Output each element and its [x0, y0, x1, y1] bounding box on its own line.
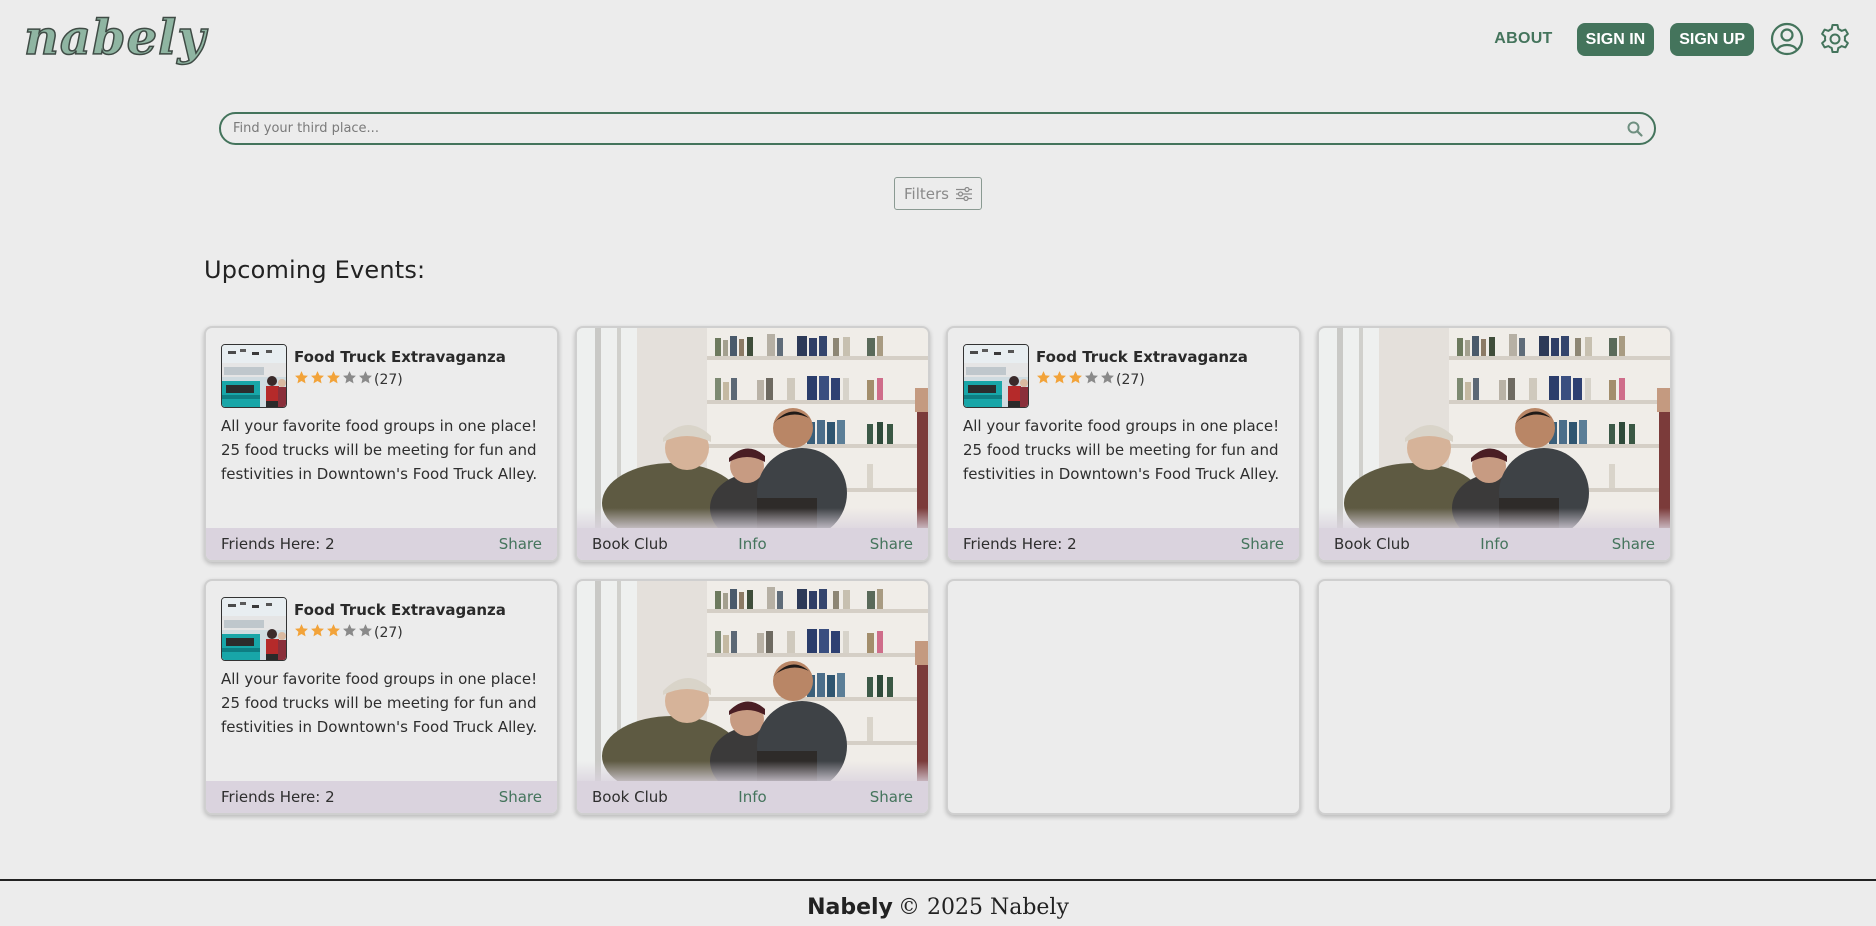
rating-stars — [294, 623, 374, 642]
star-filled-icon — [295, 624, 308, 637]
book-club-card[interactable]: Book Club Info Share — [1317, 326, 1672, 562]
star-filled-icon — [1069, 371, 1082, 384]
star-empty-icon — [359, 624, 372, 637]
star-filled-icon — [327, 624, 340, 637]
food-truck-thumbnail — [221, 597, 287, 661]
sign-up-button[interactable]: SIGN UP — [1670, 22, 1754, 56]
book-club-card[interactable]: Book Club Info Share — [575, 579, 930, 815]
review-count: (27) — [374, 624, 403, 641]
search-bar — [219, 112, 1656, 145]
event-title: Food Truck Extravaganza — [1036, 348, 1248, 366]
sign-in-button[interactable]: SIGN IN — [1576, 22, 1655, 56]
empty-card — [1317, 579, 1672, 815]
star-empty-icon — [1101, 371, 1114, 384]
sliders-icon — [955, 186, 972, 201]
search-input[interactable] — [231, 120, 1626, 137]
filters-button[interactable]: Filters — [894, 177, 982, 210]
star-filled-icon — [327, 371, 340, 384]
share-link[interactable]: Share — [499, 788, 542, 806]
book-club-label: Book Club — [1334, 535, 1410, 553]
info-link[interactable]: Info — [738, 535, 766, 553]
share-link[interactable]: Share — [499, 535, 542, 553]
share-link[interactable]: Share — [870, 535, 913, 553]
book-club-photo — [577, 581, 928, 785]
rating-stars — [1036, 370, 1116, 389]
review-count: (27) — [374, 371, 403, 388]
star-filled-icon — [311, 371, 324, 384]
event-rating: (27) — [294, 623, 403, 642]
event-description: All your favorite food groups in one pla… — [963, 417, 1280, 483]
star-filled-icon — [295, 371, 308, 384]
event-title: Food Truck Extravaganza — [294, 348, 506, 366]
share-link[interactable]: Share — [1241, 535, 1284, 553]
book-club-card[interactable]: Book Club Info Share — [575, 326, 930, 562]
footer-brand: Nabely — [807, 895, 893, 920]
event-card[interactable]: Food Truck Extravaganza (27) All your fa… — [946, 326, 1301, 562]
card-footer: Friends Here: 2 Share — [206, 528, 557, 560]
book-club-label: Book Club — [592, 788, 668, 806]
share-link[interactable]: Share — [870, 788, 913, 806]
event-description: All your favorite food groups in one pla… — [221, 670, 538, 736]
about-link[interactable]: ABOUT — [1494, 30, 1552, 48]
rating-stars — [294, 370, 374, 389]
book-club-photo — [577, 328, 928, 532]
star-empty-icon — [343, 624, 356, 637]
footer-copyright: © 2025 Nabely — [897, 895, 1069, 920]
share-link[interactable]: Share — [1612, 535, 1655, 553]
top-nav: ABOUT SIGN IN SIGN UP — [1494, 22, 1852, 56]
gear-icon[interactable] — [1818, 22, 1852, 56]
book-club-photo — [1319, 328, 1670, 532]
event-rating: (27) — [294, 370, 403, 389]
food-truck-thumbnail — [963, 344, 1029, 408]
filters-label: Filters — [904, 184, 949, 203]
card-footer: Friends Here: 2 Share — [948, 528, 1299, 560]
event-rating: (27) — [1036, 370, 1145, 389]
nabely-logo[interactable]: nabely — [23, 8, 206, 68]
friends-here-label: Friends Here: 2 — [221, 535, 335, 553]
event-card[interactable]: Food Truck Extravaganza (27) All your fa… — [204, 579, 559, 815]
event-card[interactable]: Food Truck Extravaganza (27) All your fa… — [204, 326, 559, 562]
user-circle-icon[interactable] — [1770, 22, 1804, 56]
event-title: Food Truck Extravaganza — [294, 601, 506, 619]
info-link[interactable]: Info — [738, 788, 766, 806]
card-footer: Book Club Info Share — [577, 781, 928, 813]
star-filled-icon — [1053, 371, 1066, 384]
star-filled-icon — [1037, 371, 1050, 384]
card-footer: Friends Here: 2 Share — [206, 781, 557, 813]
star-filled-icon — [311, 624, 324, 637]
food-truck-thumbnail — [221, 344, 287, 408]
review-count: (27) — [1116, 371, 1145, 388]
friends-here-label: Friends Here: 2 — [963, 535, 1077, 553]
star-empty-icon — [343, 371, 356, 384]
card-footer: Book Club Info Share — [1319, 528, 1670, 560]
card-footer: Book Club Info Share — [577, 528, 928, 560]
friends-here-label: Friends Here: 2 — [221, 788, 335, 806]
page-footer: Nabely © 2025 Nabely — [0, 879, 1876, 926]
empty-card — [946, 579, 1301, 815]
search-icon[interactable] — [1626, 120, 1644, 138]
star-empty-icon — [359, 371, 372, 384]
star-empty-icon — [1085, 371, 1098, 384]
section-heading: Upcoming Events: — [204, 256, 426, 284]
book-club-label: Book Club — [592, 535, 668, 553]
event-description: All your favorite food groups in one pla… — [221, 417, 538, 483]
info-link[interactable]: Info — [1480, 535, 1508, 553]
events-grid: Food Truck Extravaganza (27) All your fa… — [204, 326, 1672, 815]
